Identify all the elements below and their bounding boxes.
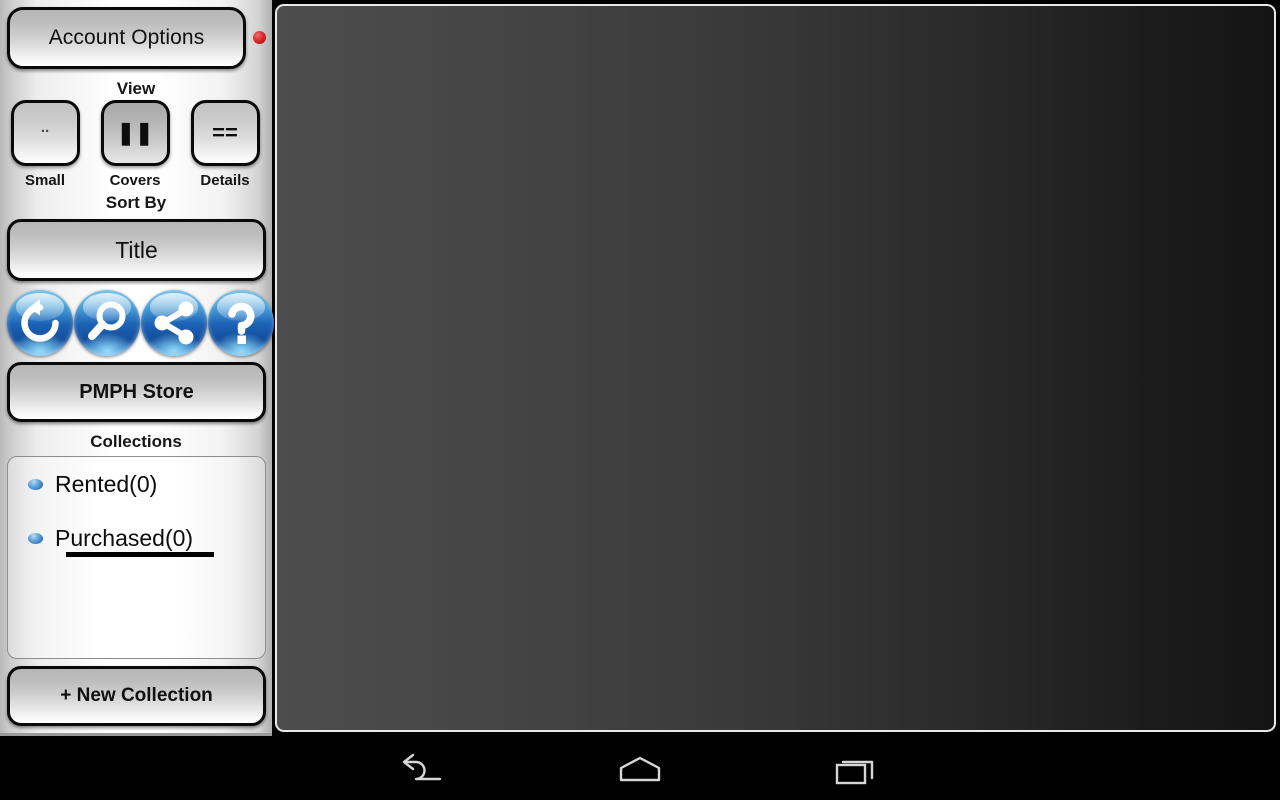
help-button[interactable] [208, 290, 274, 356]
collection-item-rented[interactable]: Rented(0) [8, 457, 265, 511]
share-icon [154, 301, 194, 345]
view-option-covers-button[interactable]: ❚❚ [100, 100, 170, 166]
search-button[interactable] [74, 290, 140, 356]
view-option-small[interactable]: .. Small [5, 100, 85, 189]
collection-item-label: Purchased(0) [55, 524, 194, 551]
main-content-panel[interactable] [275, 4, 1276, 732]
pmph-store-button[interactable]: PMPH Store [7, 362, 266, 422]
sort-by-value: Title [115, 236, 158, 263]
account-options-label: Account Options [48, 26, 205, 49]
search-icon [88, 301, 126, 340]
refresh-icon [21, 299, 59, 342]
recent-apps-icon [835, 760, 874, 785]
back-icon [402, 753, 442, 781]
sidebar: Account Options View .. Small ❚❚ Covers … [0, 0, 274, 736]
bullet-icon [28, 532, 43, 544]
collection-item-purchased[interactable]: Purchased(0) [8, 511, 265, 565]
view-option-covers-label: Covers [109, 172, 161, 189]
view-option-details-label: Details [200, 172, 250, 189]
details-view-icon: == [212, 120, 238, 145]
nav-recent-apps-button[interactable] [797, 740, 917, 800]
icon-button-row [7, 290, 274, 356]
share-button[interactable] [141, 290, 207, 356]
new-collection-label: + New Collection [60, 685, 213, 706]
android-navigation-bar [0, 740, 1280, 800]
account-status-indicator-icon [253, 31, 266, 44]
view-section-label: View [116, 79, 156, 98]
help-icon [228, 302, 255, 344]
view-option-details-button[interactable]: == [190, 100, 260, 166]
account-options-button[interactable]: Account Options [7, 7, 246, 69]
selection-underline [66, 552, 214, 557]
view-option-covers[interactable]: ❚❚ Covers [95, 100, 175, 189]
new-collection-button[interactable]: + New Collection [7, 666, 266, 726]
refresh-button[interactable] [7, 290, 73, 356]
small-view-icon: .. [40, 118, 50, 136]
view-option-details[interactable]: == Details [185, 100, 265, 189]
nav-back-button[interactable] [363, 740, 483, 800]
view-option-small-button[interactable]: .. [10, 100, 80, 166]
sort-by-button[interactable]: Title [7, 219, 266, 281]
collections-list: Rented(0) Purchased(0) [7, 456, 266, 659]
collection-item-label: Rented(0) [55, 470, 158, 497]
sort-by-section-label: Sort By [105, 193, 167, 212]
home-icon [619, 756, 661, 782]
view-option-small-label: Small [24, 172, 66, 189]
pmph-store-label: PMPH Store [79, 380, 194, 403]
covers-view-icon: ❚❚ [116, 120, 154, 145]
bullet-icon [28, 478, 43, 490]
app-root: Account Options View .. Small ❚❚ Covers … [0, 0, 1280, 740]
nav-home-button[interactable] [580, 740, 700, 800]
collections-section-label: Collections [90, 432, 182, 451]
